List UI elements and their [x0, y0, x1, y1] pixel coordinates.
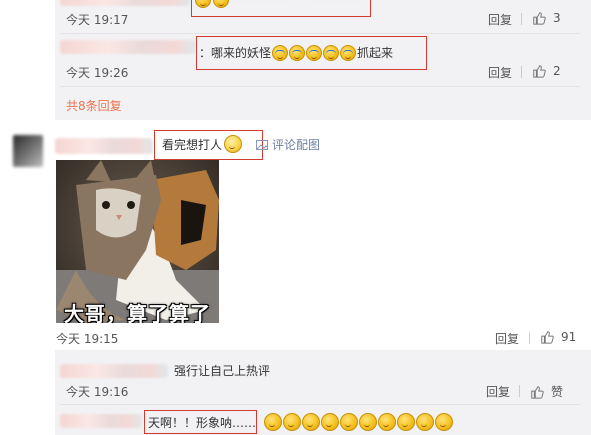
- image-icon: [256, 139, 268, 150]
- emoji-icon: [359, 413, 378, 431]
- comment-timestamp: 今天 19:17: [66, 13, 129, 27]
- username-blurred[interactable]: [60, 364, 168, 378]
- comment-text: 看完想打人: [162, 135, 243, 153]
- emoji-icon: [302, 413, 321, 431]
- reply-button[interactable]: 回复: [488, 11, 512, 28]
- like-count: 2: [553, 64, 561, 78]
- row-divider: [60, 404, 580, 405]
- username-blurred[interactable]: [60, 40, 196, 54]
- like-label: 赞: [551, 385, 564, 399]
- row-divider: [60, 33, 580, 34]
- emoji-icon: [213, 0, 229, 8]
- reply-button[interactable]: 回复: [486, 383, 510, 400]
- divider: [529, 332, 530, 344]
- thumbs-up-icon: [533, 65, 546, 78]
- emoji-icon: [264, 413, 283, 431]
- divider: [519, 385, 520, 397]
- like-count: 3: [553, 11, 561, 25]
- comment-text-body: 看完想打人: [162, 137, 223, 152]
- row-divider: [60, 86, 580, 87]
- partial-comment-text: [195, 0, 361, 8]
- comment-text-prefix: ：哪来的妖怪: [199, 46, 272, 60]
- comment-image-link-label: 评论配图: [272, 138, 321, 152]
- like-button[interactable]: 91: [540, 330, 576, 344]
- username-blurred[interactable]: [60, 0, 190, 6]
- comment-text: ：哪来的妖怪 抓起来: [199, 44, 393, 61]
- emoji-icon: [195, 0, 211, 8]
- username-blurred[interactable]: [55, 138, 153, 154]
- like-button[interactable]: 3: [532, 11, 561, 25]
- comment-text-suffix: 抓起来: [357, 46, 394, 60]
- comment-text: 强行让自己上热评: [174, 364, 271, 378]
- crying-laughing-emoji-icon: [306, 44, 323, 61]
- emoji-icon: [321, 413, 340, 431]
- thumbs-up-icon: [531, 385, 544, 399]
- like-count: 91: [561, 330, 577, 344]
- crying-laughing-emoji-icon: [289, 44, 306, 61]
- comment-text: 天啊！！形象呐……: [148, 413, 454, 431]
- emoji-icon: [340, 413, 359, 431]
- comment-timestamp: 今天 19:16: [66, 385, 129, 399]
- comment-image-link[interactable]: 评论配图: [256, 136, 320, 153]
- like-button[interactable]: 赞: [530, 383, 563, 400]
- comment-text-body: 天啊！！形象呐……: [148, 415, 257, 430]
- hug-emoji-icon: [224, 135, 243, 153]
- like-button[interactable]: 2: [532, 64, 561, 78]
- thumbs-up-icon: [533, 12, 546, 25]
- more-replies-link[interactable]: 共8条回复: [66, 97, 122, 114]
- divider: [521, 66, 522, 78]
- avatar[interactable]: [13, 135, 43, 167]
- comment-attached-image[interactable]: 大哥，算了算了: [56, 160, 219, 323]
- username-blurred[interactable]: [60, 414, 142, 428]
- emoji-icon: [283, 413, 302, 431]
- image-caption: 大哥，算了算了: [64, 302, 211, 323]
- crying-laughing-emoji-icon: [323, 44, 340, 61]
- emoji-icon: [397, 413, 416, 431]
- thumbs-up-icon: [541, 331, 554, 344]
- reply-button[interactable]: 回复: [495, 330, 519, 347]
- comment-timestamp: 今天 19:26: [66, 66, 129, 80]
- comment-timestamp: 今天 19:15: [56, 332, 119, 346]
- emoji-icon: [378, 413, 397, 431]
- crying-laughing-emoji-icon: [340, 44, 357, 61]
- emoji-icon: [435, 413, 454, 431]
- reply-button[interactable]: 回复: [488, 64, 512, 81]
- crying-laughing-emoji-icon: [272, 44, 289, 61]
- divider: [521, 13, 522, 25]
- emoji-icon: [416, 413, 435, 431]
